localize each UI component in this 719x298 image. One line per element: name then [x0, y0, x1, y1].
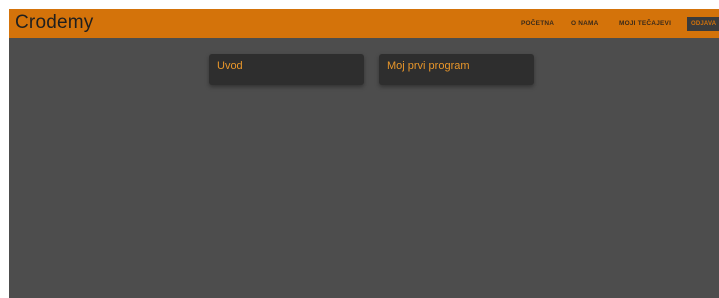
app-window: Crodemy POČETNA O NAMA MOJI TEČAJEVI ODJ…	[9, 9, 719, 298]
course-title: Moj prvi program	[387, 60, 470, 72]
brand-logo[interactable]: Crodemy	[15, 10, 93, 36]
nav-about-link[interactable]: O NAMA	[571, 9, 599, 38]
course-card[interactable]: Uvod	[209, 54, 364, 85]
nav-my-courses-link[interactable]: MOJI TEČAJEVI	[619, 9, 671, 38]
course-card[interactable]: Moj prvi program	[379, 54, 534, 85]
top-navbar: Crodemy POČETNA O NAMA MOJI TEČAJEVI ODJ…	[9, 9, 719, 38]
course-title: Uvod	[217, 60, 243, 72]
nav-home-link[interactable]: POČETNA	[521, 9, 554, 38]
logout-button[interactable]: ODJAVA	[687, 17, 719, 31]
